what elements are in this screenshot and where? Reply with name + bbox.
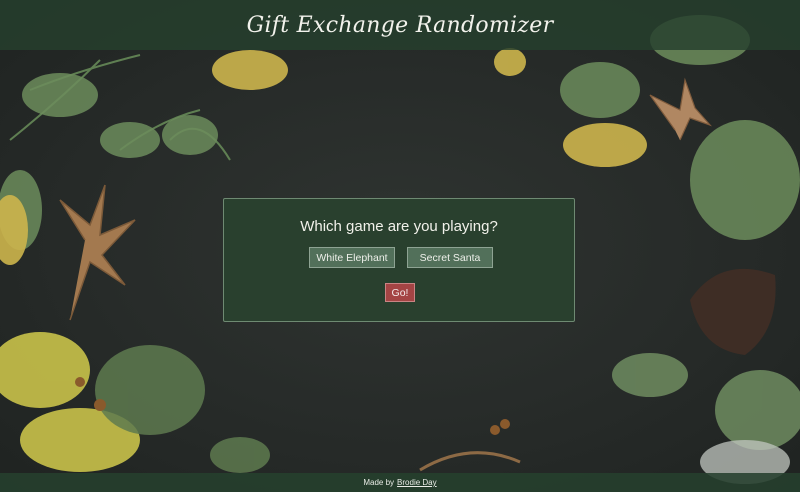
game-selection-panel: Which game are you playing? White Elepha… bbox=[223, 198, 575, 322]
dark-leaf-right bbox=[690, 268, 776, 355]
page-title: Gift Exchange Randomizer bbox=[246, 12, 554, 38]
footer-bar: Made by Brodie Day bbox=[0, 473, 800, 492]
game-question: Which game are you playing? bbox=[300, 218, 498, 235]
header-bar: Gift Exchange Randomizer bbox=[0, 0, 800, 50]
author-link[interactable]: Brodie Day bbox=[397, 478, 437, 487]
top-left-sprigs bbox=[9, 54, 231, 161]
dried-leaf-right bbox=[649, 77, 712, 141]
secret-santa-button[interactable]: Secret Santa bbox=[407, 247, 493, 268]
footer-credit-prefix: Made by bbox=[363, 478, 395, 487]
white-elephant-button[interactable]: White Elephant bbox=[309, 247, 395, 268]
go-button[interactable]: Go! bbox=[385, 283, 415, 302]
dried-leaf-left bbox=[59, 184, 136, 321]
